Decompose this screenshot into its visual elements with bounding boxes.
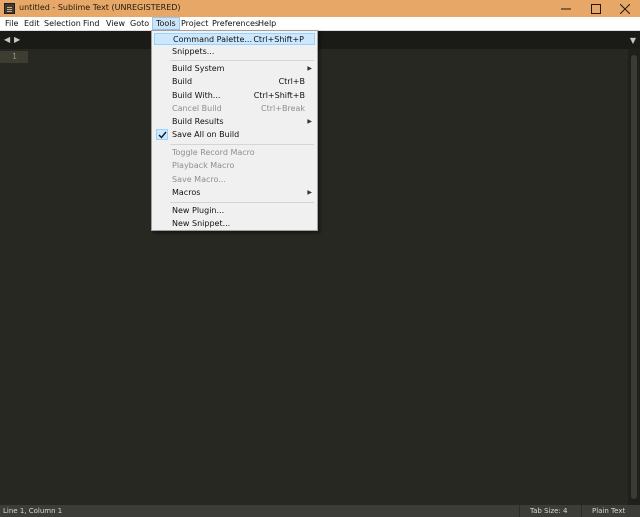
menu-file[interactable]: File <box>2 17 21 30</box>
menu-view[interactable]: View <box>103 17 128 30</box>
menu-item-build-results[interactable]: Build Results ▶ <box>154 116 315 128</box>
menu-bar: File Edit Selection Find View Goto Tools… <box>0 17 640 31</box>
menu-help[interactable]: Help <box>255 17 279 30</box>
syntax-indicator[interactable]: Plain Text <box>581 505 635 517</box>
menu-find[interactable]: Find <box>80 17 102 30</box>
submenu-arrow-icon: ▶ <box>307 65 312 72</box>
chevron-left-icon[interactable]: ◀ <box>4 35 10 44</box>
menu-item-cancel-build: Cancel Build Ctrl+Break <box>172 104 305 113</box>
minimize-icon <box>561 8 571 9</box>
line-number: 1 <box>12 52 17 61</box>
chevron-right-icon[interactable]: ▶ <box>14 35 20 44</box>
tools-menu: Command Palette... Ctrl+Shift+P Snippets… <box>151 30 318 231</box>
menu-separator <box>170 60 314 61</box>
close-icon <box>620 3 630 14</box>
menu-separator <box>170 144 314 145</box>
tab-size-indicator[interactable]: Tab Size: 4 <box>519 505 577 517</box>
menu-separator <box>170 202 314 203</box>
sublime-app-icon <box>4 3 15 14</box>
maximize-button[interactable] <box>581 0 611 17</box>
cursor-position: Line 1, Column 1 <box>3 507 63 515</box>
menu-item-build-with[interactable]: Build With... Ctrl+Shift+B <box>154 90 315 102</box>
menu-item-snippets[interactable]: Snippets... <box>154 46 315 58</box>
submenu-arrow-icon: ▶ <box>307 118 312 125</box>
menu-item-command-palette[interactable]: Command Palette... Ctrl+Shift+P <box>154 33 315 45</box>
maximize-icon <box>591 3 601 14</box>
close-button[interactable] <box>610 0 640 17</box>
menu-item-new-plugin[interactable]: New Plugin... <box>154 205 315 217</box>
tab-bar: ◀ ▶ ▼ <box>0 31 640 49</box>
menu-edit[interactable]: Edit <box>21 17 43 30</box>
minimize-button[interactable] <box>551 0 581 17</box>
menu-item-build[interactable]: Build Ctrl+B <box>154 76 315 88</box>
menu-item-macros[interactable]: Macros ▶ <box>154 187 315 199</box>
menu-item-save-all-on-build[interactable]: Save All on Build <box>154 129 315 141</box>
submenu-arrow-icon: ▶ <box>307 189 312 196</box>
vertical-scrollbar[interactable] <box>628 49 640 505</box>
menu-goto[interactable]: Goto <box>127 17 152 30</box>
menu-selection[interactable]: Selection <box>41 17 84 30</box>
title-bar: untitled - Sublime Text (UNREGISTERED) <box>0 0 640 17</box>
menu-item-new-snippet[interactable]: New Snippet... <box>154 218 315 230</box>
menu-item-build-system[interactable]: Build System ▶ <box>154 63 315 75</box>
checkmark-icon <box>156 129 168 140</box>
menu-tools[interactable]: Tools <box>152 17 180 30</box>
scrollbar-thumb[interactable] <box>631 55 637 499</box>
menu-item-toggle-record-macro: Toggle Record Macro <box>172 148 255 157</box>
chevron-down-icon[interactable]: ▼ <box>630 36 636 45</box>
menu-item-save-macro: Save Macro... <box>172 175 226 184</box>
menu-item-playback-macro: Playback Macro <box>172 161 235 170</box>
menu-project[interactable]: Project <box>178 17 211 30</box>
status-bar: Line 1, Column 1 Tab Size: 4 Plain Text <box>0 505 640 517</box>
window-title: untitled - Sublime Text (UNREGISTERED) <box>19 3 181 12</box>
